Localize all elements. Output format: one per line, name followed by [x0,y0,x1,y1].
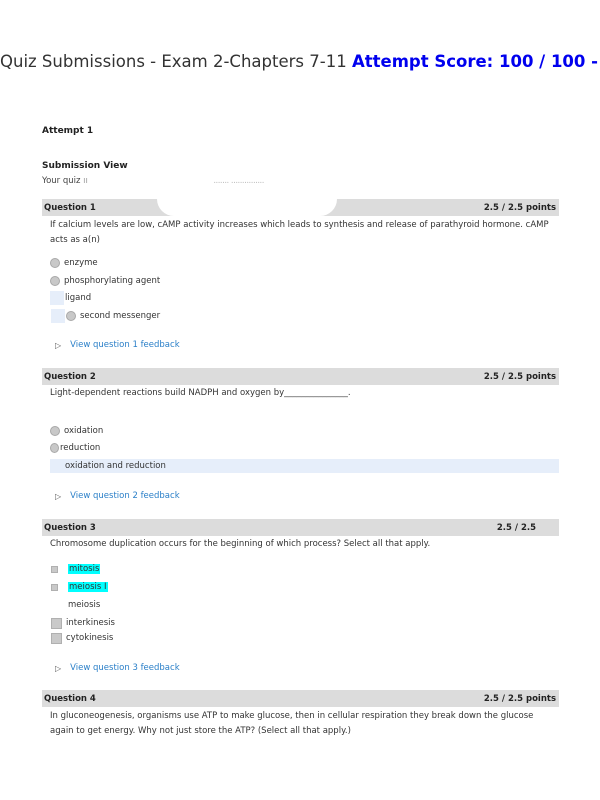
checkbox[interactable] [51,632,62,644]
option-label: interkinesis [66,618,115,628]
option-label: reduction [60,443,101,453]
question-1-header: Question 1 2.5 / 2.5 points [42,199,559,216]
q2-option-oxidation[interactable]: oxidation [50,424,103,438]
option-label: cytokinesis [66,633,114,643]
checkbox[interactable] [51,583,58,591]
q1-option-ligand[interactable]: ligand [65,291,91,305]
radio-button[interactable] [66,311,76,321]
radio-button[interactable] [50,426,60,436]
page-title: Quiz Submissions - Exam 2-Chapters 7-11 … [0,52,600,71]
question-points: 2.5 / 2.5 points [483,694,556,704]
q2-feedback-toggle[interactable]: ▷ View question 2 feedback [55,491,180,501]
redaction [90,175,211,183]
q2-option-reduction[interactable]: reduction [50,441,100,455]
radio-button[interactable] [50,258,60,268]
q1-option-enzyme[interactable]: enzyme [50,256,98,270]
question-2-text: Light-dependent reactions build NADPH an… [50,388,351,398]
question-3-header: Question 3 2.5 / 2.5 [42,519,559,536]
q1-option-second-messenger[interactable]: second messenger [66,309,160,323]
q3-option-mitosis[interactable]: mitosis [51,562,101,576]
question-4-header: Question 4 2.5 / 2.5 points [42,690,559,707]
checkbox[interactable] [51,617,62,629]
radio-button[interactable] [50,276,60,286]
q1-option-ligand-highlight [50,291,64,305]
question-points: 2.5 / 2.5 points [483,372,556,382]
question-label: Question 4 [44,694,96,704]
option-label: phosphorylating agent [64,276,161,286]
question-label: Question 1 [44,203,96,213]
feedback-link[interactable]: View question 3 feedback [70,663,179,673]
option-label: meiosis I [68,582,108,592]
q3-option-interkinesis[interactable]: interkinesis [51,616,115,630]
redaction [157,199,337,216]
option-label: oxidation and reduction [65,461,166,471]
q3-feedback-toggle[interactable]: ▷ View question 3 feedback [55,663,180,673]
q3-option-cytokinesis[interactable]: cytokinesis [51,631,113,645]
question-label: Question 2 [44,372,96,382]
checkbox[interactable] [51,565,58,573]
intro-start: Your quiz [42,176,81,186]
question-label: Question 3 [44,523,96,533]
q3-option-meiosis-i[interactable]: meiosis I [51,580,108,594]
question-1-text: If calcium levels are low, cAMP activity… [50,220,549,245]
option-label: second messenger [80,311,161,321]
expand-triangle-icon: ▷ [55,663,62,673]
q1-feedback-toggle[interactable]: ▷ View question 1 feedback [55,340,180,350]
intro-partial: ıı [83,176,88,186]
question-points: 2.5 / 2.5 [496,523,536,533]
q3-option-meiosis[interactable]: meiosis [68,598,100,612]
intro-text: Your quiz ıı ....... ............... [42,175,264,186]
q1-option-second-messenger-highlight [51,309,65,323]
option-label: mitosis [68,564,101,574]
quiz-title: Quiz Submissions - Exam 2-Chapters 7-11 [0,52,347,71]
question-4-text: In gluconeogenesis, organisms use ATP to… [50,711,534,736]
expand-triangle-icon: ▷ [55,340,62,350]
option-label: meiosis [68,600,101,610]
submission-view-label: Submission View [42,161,128,171]
feedback-link[interactable]: View question 1 feedback [70,340,179,350]
expand-triangle-icon: ▷ [55,491,62,501]
intro-tail: ....... ............... [213,176,264,186]
option-label: enzyme [64,258,98,268]
option-label: ligand [65,293,92,303]
q1-option-phosphorylating-agent[interactable]: phosphorylating agent [50,274,160,288]
question-3-text: Chromosome duplication occurs for the be… [50,539,431,549]
feedback-link[interactable]: View question 2 feedback [70,491,179,501]
attempt-score: Attempt Score: 100 / 100 - 100 % [351,52,600,71]
question-points: 2.5 / 2.5 points [483,203,556,213]
radio-button[interactable] [50,443,59,453]
q2-option-oxidation-and-reduction[interactable]: oxidation and reduction [50,459,559,473]
attempt-label: Attempt 1 [42,126,94,136]
option-label: oxidation [64,426,104,436]
question-2-header: Question 2 2.5 / 2.5 points [42,368,559,385]
